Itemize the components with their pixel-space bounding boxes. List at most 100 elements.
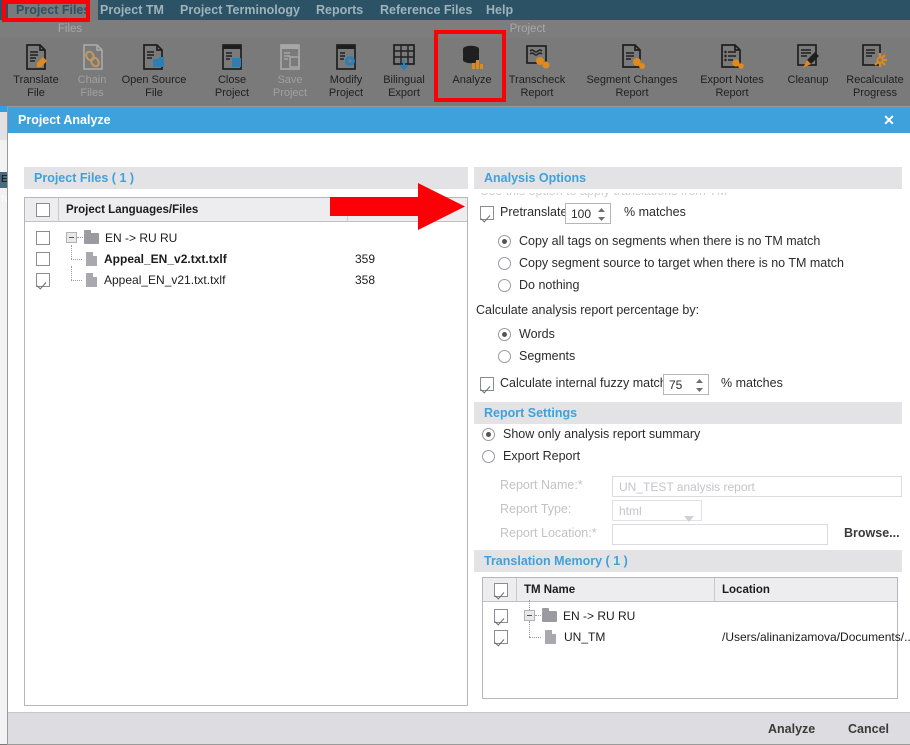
radio-label-show-summary: Show only analysis report summary bbox=[503, 427, 701, 441]
report-name-input[interactable]: UN_TEST analysis report bbox=[612, 476, 902, 497]
ribbon-group-label-files: Files bbox=[57, 23, 83, 35]
radio-label-export-report: Export Report bbox=[503, 449, 581, 463]
ribbon-button-open-source-file[interactable]: Open Source File bbox=[118, 38, 190, 106]
stepper-arrows-icon[interactable] bbox=[597, 207, 606, 222]
report-location-input[interactable] bbox=[612, 524, 828, 545]
row-label: Appeal_EN_v2.txt.txlf bbox=[104, 252, 227, 266]
save-project-icon bbox=[275, 42, 305, 72]
radio-copy-all-tags[interactable] bbox=[498, 235, 511, 248]
cleanup-icon bbox=[793, 42, 823, 72]
file-icon bbox=[545, 630, 556, 644]
ribbon-button-label: Transcheck Report bbox=[508, 74, 566, 99]
tree-expander-icon[interactable] bbox=[524, 610, 535, 621]
ribbon-button-label: Chain Files bbox=[77, 74, 107, 99]
report-type-value: html bbox=[619, 504, 642, 518]
ribbon-button-cleanup[interactable]: Cleanup bbox=[772, 38, 844, 106]
stepper-arrows-icon[interactable] bbox=[695, 378, 704, 393]
table-row[interactable]: EN -> RU RU bbox=[25, 228, 467, 249]
select-all-tms-checkbox[interactable] bbox=[494, 583, 508, 597]
clipped-hint-text: Use this option to apply translations fr… bbox=[480, 193, 780, 199]
radio-label-copy-segment-source: Copy segment source to target when there… bbox=[519, 256, 844, 270]
radio-label-segments: Segments bbox=[519, 349, 576, 363]
analyze-button[interactable]: Analyze bbox=[768, 713, 815, 745]
ribbon-button-export-notes-report[interactable]: Export Notes Report bbox=[696, 38, 768, 106]
close-project-icon bbox=[217, 42, 247, 72]
row-checkbox[interactable] bbox=[36, 231, 50, 245]
close-icon[interactable]: ✕ bbox=[876, 107, 902, 133]
translation-memory-grid-header: TM Name Location bbox=[483, 578, 897, 602]
row-location: /Users/alinanizamova/Documents/... bbox=[722, 630, 910, 644]
radio-export-report[interactable] bbox=[482, 450, 495, 463]
report-type-select[interactable]: html bbox=[612, 500, 702, 522]
ribbon-button-label: Export Notes Report bbox=[700, 74, 764, 99]
radio-label-do-nothing: Do nothing bbox=[519, 278, 580, 292]
radio-copy-segment-source[interactable] bbox=[498, 257, 511, 270]
report-name-placeholder: UN_TEST analysis report bbox=[619, 480, 755, 494]
ribbon-button-bilingual-export[interactable]: Bilingual Export bbox=[368, 38, 440, 106]
column-header-location[interactable]: Location bbox=[722, 578, 770, 602]
row-label: Appeal_EN_v21.txt.txlf bbox=[104, 273, 226, 287]
modify-project-icon bbox=[331, 42, 361, 72]
cancel-button[interactable]: Cancel bbox=[848, 713, 889, 745]
file-icon bbox=[86, 252, 97, 266]
tab-help[interactable]: Help bbox=[478, 0, 521, 20]
tab-project-tm[interactable]: Project TM bbox=[92, 0, 172, 20]
row-label: UN_TM bbox=[564, 630, 606, 644]
table-row[interactable]: EN -> RU RU bbox=[483, 600, 897, 627]
select-all-files-checkbox[interactable] bbox=[36, 203, 50, 217]
dialog-title-text: Project Analyze bbox=[18, 113, 111, 127]
radio-do-nothing[interactable] bbox=[498, 279, 511, 292]
table-row[interactable]: Appeal_EN_v2.txt.txlf 359 bbox=[25, 245, 467, 270]
dialog-title-bar: Project Analyze bbox=[8, 107, 910, 133]
browse-button[interactable]: Browse... bbox=[844, 526, 900, 540]
row-checkbox[interactable] bbox=[494, 609, 508, 623]
tab-project-terminology[interactable]: Project Terminology bbox=[172, 0, 308, 20]
translate-file-icon bbox=[21, 42, 51, 72]
ribbon-button-label: Open Source File bbox=[121, 74, 187, 99]
project-files-tree[interactable]: Project Languages/Files Word Count EN ->… bbox=[24, 197, 468, 706]
file-icon bbox=[86, 273, 97, 287]
internal-fuzzy-label: Calculate internal fuzzy matches bbox=[500, 376, 680, 390]
chain-files-icon bbox=[77, 42, 107, 72]
ribbon-button-recalculate-progress[interactable]: Recalculate Progress bbox=[840, 38, 910, 106]
ribbon-button-segment-changes-report[interactable]: Segment Changes Report bbox=[572, 38, 692, 106]
ribbon-button-label: Close Project bbox=[214, 74, 250, 99]
pretranslate-percent-value: 100 bbox=[571, 207, 592, 221]
translation-memory-section-header: Translation Memory ( 1 ) bbox=[474, 550, 902, 572]
annotation-highlight-analyze-button bbox=[434, 30, 506, 102]
tab-reports[interactable]: Reports bbox=[308, 0, 371, 20]
percentage-by-label: Calculate analysis report percentage by: bbox=[476, 303, 700, 317]
folder-icon bbox=[84, 230, 99, 244]
row-checkbox[interactable] bbox=[36, 252, 50, 266]
column-header-languages-files[interactable]: Project Languages/Files bbox=[66, 198, 198, 222]
tab-reference-files[interactable]: Reference Files bbox=[372, 0, 480, 20]
table-row[interactable]: UN_TM /Users/alinanizamova/Documents/... bbox=[483, 621, 910, 648]
translation-memory-grid[interactable]: TM Name Location EN -> RU RU UN_TM /User… bbox=[482, 577, 910, 699]
recalculate-progress-icon bbox=[860, 42, 890, 72]
pretranslate-checkbox[interactable] bbox=[480, 206, 494, 220]
ribbon-button-transcheck-report[interactable]: Transcheck Report bbox=[501, 38, 573, 106]
internal-fuzzy-percent-stepper[interactable]: 75 bbox=[663, 374, 709, 395]
ribbon-button-label: Recalculate Progress bbox=[846, 74, 904, 99]
pretranslate-percent-stepper[interactable]: 100 bbox=[565, 203, 611, 224]
radio-show-summary[interactable] bbox=[482, 428, 495, 441]
report-name-label: Report Name:* bbox=[500, 478, 583, 492]
tree-expander-icon[interactable] bbox=[66, 232, 77, 243]
table-row[interactable]: Appeal_EN_v21.txt.txlf 358 bbox=[25, 266, 467, 291]
radio-label-words: Words bbox=[519, 327, 555, 341]
radio-segments[interactable] bbox=[498, 350, 511, 363]
pretranslate-suffix: % matches bbox=[624, 205, 686, 219]
ribbon-button-label: Segment Changes Report bbox=[586, 74, 678, 99]
row-checkbox[interactable] bbox=[494, 630, 508, 644]
report-type-label: Report Type: bbox=[500, 502, 572, 516]
export-notes-report-icon bbox=[717, 42, 747, 72]
annotation-highlight-project-files-tab bbox=[2, 0, 90, 22]
segment-changes-report-icon bbox=[617, 42, 647, 72]
column-header-tm-name[interactable]: TM Name bbox=[524, 578, 575, 602]
open-source-file-icon bbox=[139, 42, 169, 72]
row-checkbox[interactable] bbox=[36, 273, 50, 287]
analysis-pane: Analysis Options Use this option to appl… bbox=[474, 153, 910, 706]
internal-fuzzy-checkbox[interactable] bbox=[480, 377, 494, 391]
internal-fuzzy-percent-value: 75 bbox=[669, 378, 683, 392]
radio-words[interactable] bbox=[498, 328, 511, 341]
